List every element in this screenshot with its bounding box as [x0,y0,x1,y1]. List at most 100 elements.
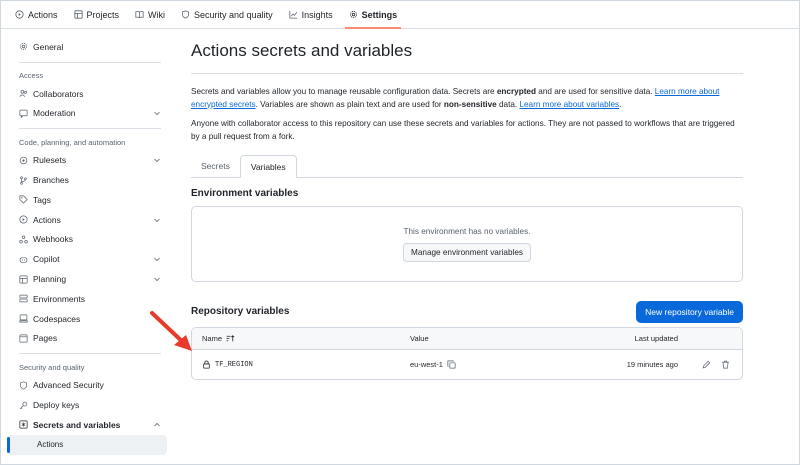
sidebar-item-label: Tags [33,194,51,205]
divider [191,73,743,74]
empty-state-text: This environment has no variables. [403,226,531,236]
collaborator-note: Anyone with collaborator access to this … [191,119,735,141]
sidebar-subitem-actions[interactable]: Actions [7,434,167,455]
sidebar-item-label: Pages [33,333,58,344]
value-column-header: Value [410,334,429,343]
description-text: . Variables are shown as plain text and … [255,99,444,109]
name-column-header[interactable]: Name [202,334,235,343]
sidebar-item-actions[interactable]: Actions [1,210,169,230]
play-circle-icon [15,10,24,19]
sidebar-item-label: Secrets and variables [33,419,121,430]
new-repository-variable-button[interactable]: New repository variable [636,301,743,323]
sidebar-item-label: Actions [33,214,61,225]
sidebar-item-copilot[interactable]: Copilot [1,249,169,269]
pencil-icon[interactable] [702,360,711,369]
report-icon [19,109,28,118]
server-icon [19,294,28,303]
chevron-down-icon [154,277,160,282]
lock-icon [202,360,211,369]
sidebar-item-environments[interactable]: Environments [1,289,169,309]
trash-icon[interactable] [721,360,730,369]
tab-label: Wiki [148,9,166,20]
sidebar-item-rulesets[interactable]: Rulesets [1,150,169,170]
tag-icon [19,195,28,205]
variable-value: eu-west-1 [410,360,443,369]
table-header: Name Value Last updated [192,328,742,350]
description-text: . [619,99,622,109]
copilot-icon [19,255,28,264]
tab-actions[interactable]: Actions [7,1,66,28]
tab-variables[interactable]: Variables [239,155,297,178]
tab-security[interactable]: Security and quality [173,1,281,28]
play-circle-icon [19,215,28,224]
description-text: and are used for sensitive data. [536,87,655,96]
divider [19,61,161,63]
sidebar-heading-code: Code, planning, and automation [19,137,126,147]
sidebar-item-branches[interactable]: Branches [1,170,169,190]
copy-icon[interactable] [447,360,456,369]
gear-icon [19,42,28,51]
tab-secrets[interactable]: Secrets [191,155,240,177]
page-title: Actions secrets and variables [191,41,413,60]
chevron-down-icon [154,257,160,262]
learn-more-variables-link[interactable]: Learn more about variables [519,100,619,109]
sidebar-item-label: Deploy keys [33,400,80,411]
sidebar-item-codespaces[interactable]: Codespaces [1,309,169,329]
chevron-down-icon [154,158,160,163]
sidebar-item-deploy-keys[interactable]: Deploy keys [1,395,169,415]
description-emphasis: non-sensitive [443,99,497,109]
environment-variables-heading: Environment variables [191,188,299,199]
tab-settings[interactable]: Settings [341,1,406,29]
divider [19,128,161,130]
chevron-down-icon [154,112,160,116]
sidebar-item-secrets-and-variables[interactable]: Secrets and variables [1,415,169,435]
tab-label: Projects [86,9,120,20]
row-actions [702,360,730,369]
sidebar-item-label: Branches [33,175,69,186]
webhook-icon [19,235,28,244]
sidebar-item-label: Codespaces [33,313,81,324]
graph-icon [289,10,298,19]
tab-insights[interactable]: Insights [281,1,341,28]
tab-projects[interactable]: Projects [66,1,128,28]
tab-label: Actions [28,9,58,20]
tab-label: Security and quality [194,9,273,20]
sidebar-item-label: Copilot [33,254,60,265]
sidebar-heading-security: Security and quality [19,362,85,372]
sidebar-item-label: Planning [33,274,67,285]
sidebar-item-label: Collaborators [33,88,84,99]
variables-table: Name Value Last updated TF_REGION eu-wes… [191,327,743,380]
sidebar-item-planning[interactable]: Planning [1,269,169,289]
sidebar-item-advanced-security[interactable]: Advanced Security [1,375,169,395]
tab-label: Insights [301,9,333,20]
repository-variables-header: Repository variables New repository vari… [191,301,743,323]
manage-environment-variables-button[interactable]: Manage environment variables [403,242,531,262]
tab-wiki[interactable]: Wiki [127,1,173,28]
variable-name: TF_REGION [215,360,253,369]
sidebar-item-tags[interactable]: Tags [1,190,169,210]
table-icon [73,10,83,19]
description-emphasis: encrypted [496,87,536,96]
divider [19,353,161,355]
main-content: Actions secrets and variables Secrets an… [191,37,743,380]
key-icon [19,401,28,410]
updated-column-header: Last updated [634,334,678,343]
branch-icon [19,175,28,185]
sidebar-item-webhooks[interactable]: Webhooks [1,230,169,250]
variable-value-cell: eu-west-1 [410,360,456,369]
codespaces-icon [19,314,28,323]
sidebar-item-pages[interactable]: Pages [1,329,169,349]
environment-variables-box: This environment has no variables. Manag… [191,206,743,282]
people-icon [19,89,28,98]
sidebar-item-general[interactable]: General [1,37,169,57]
settings-sidebar: General Access Collaborators Moderation … [1,37,169,455]
sidebar-item-label: Moderation [33,108,76,119]
table-icon [19,275,28,284]
sidebar-item-moderation[interactable]: Moderation [1,104,169,124]
table-row: TF_REGION eu-west-1 19 minutes ago [192,350,742,379]
sidebar-item-label: Actions [37,440,64,450]
chevron-up-icon [154,422,160,427]
repo-nav: Actions Projects Wiki Security and quali… [1,1,800,29]
tab-label: Settings [361,9,398,20]
sidebar-item-collaborators[interactable]: Collaborators [1,84,169,104]
